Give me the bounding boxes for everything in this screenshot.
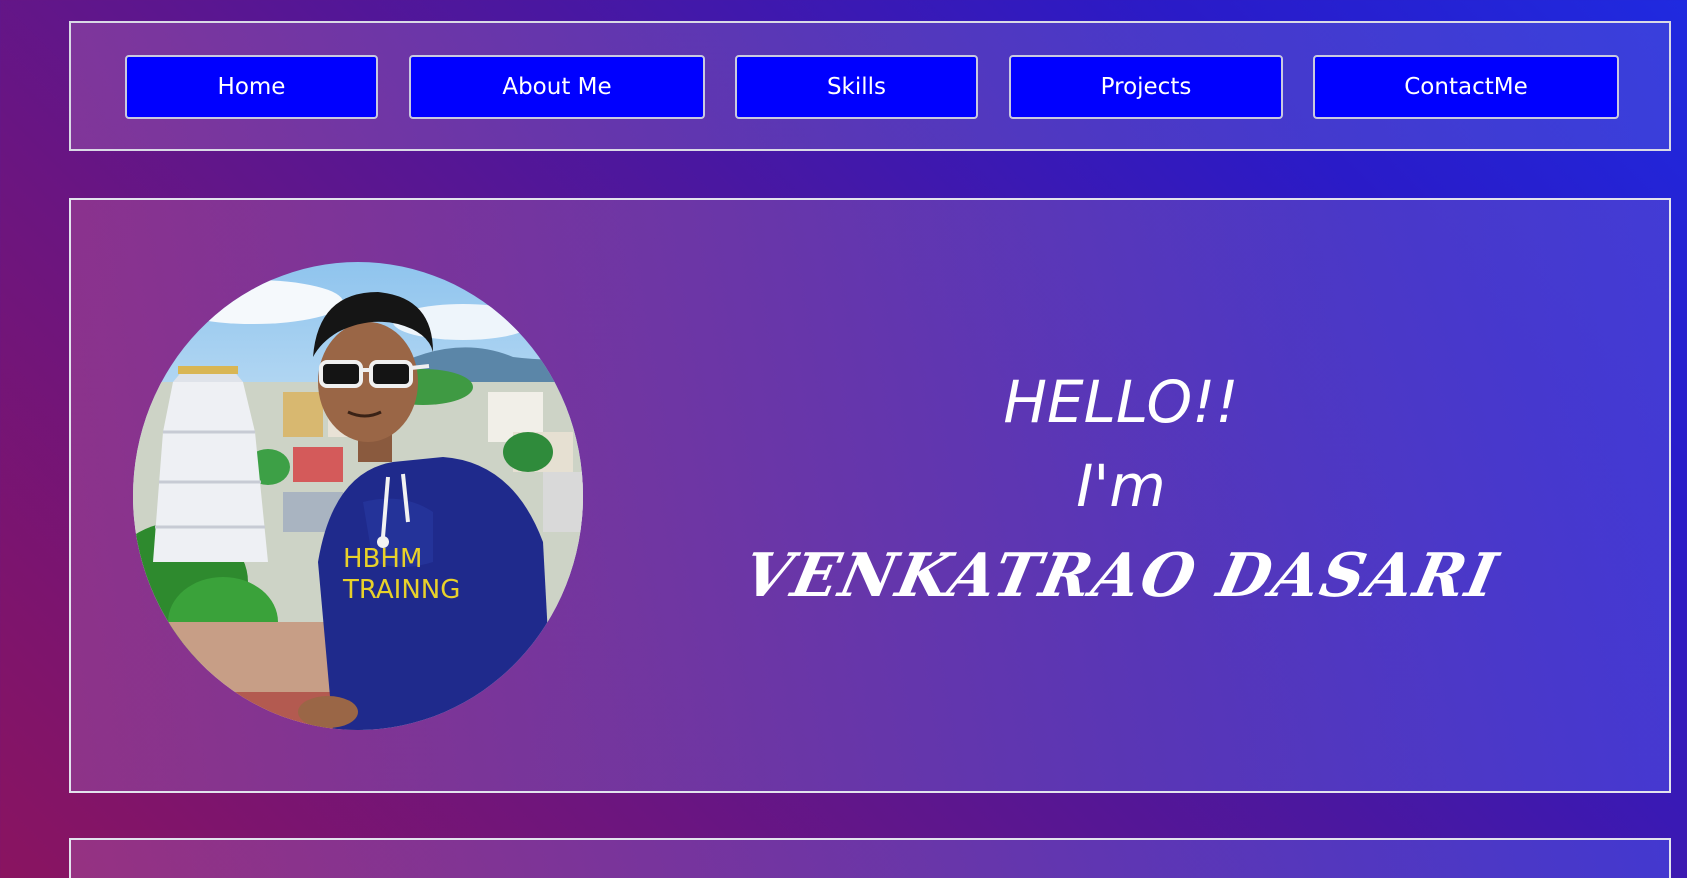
shirt-text-2: TRAINNG <box>342 575 460 605</box>
profile-photo: HBHM TRAINNG <box>133 262 583 730</box>
hero-greeting: HELLO!! I'm VENKATRAO DASARI <box>691 360 1551 624</box>
nav-skills-button[interactable]: Skills <box>735 55 978 119</box>
top-navigation: Home About Me Skills Projects ContactMe <box>69 21 1671 151</box>
nav-home-button[interactable]: Home <box>125 55 378 119</box>
nav-projects-button[interactable]: Projects <box>1009 55 1283 119</box>
hello-heading: HELLO!! <box>1003 368 1239 436</box>
name-heading: VENKATRAO DASARI <box>737 541 1505 611</box>
nav-about-me-button[interactable]: About Me <box>409 55 705 119</box>
intro-text: I'm <box>1076 452 1166 520</box>
nav-contact-me-button[interactable]: ContactMe <box>1313 55 1619 119</box>
shirt-text-1: HBHM <box>343 544 422 574</box>
hero-section: HBHM TRAINNG HELLO!! I'm VENKATRAO DASAR… <box>69 198 1671 793</box>
next-section <box>69 838 1671 878</box>
profile-photo-illustration: HBHM TRAINNG <box>133 262 583 730</box>
